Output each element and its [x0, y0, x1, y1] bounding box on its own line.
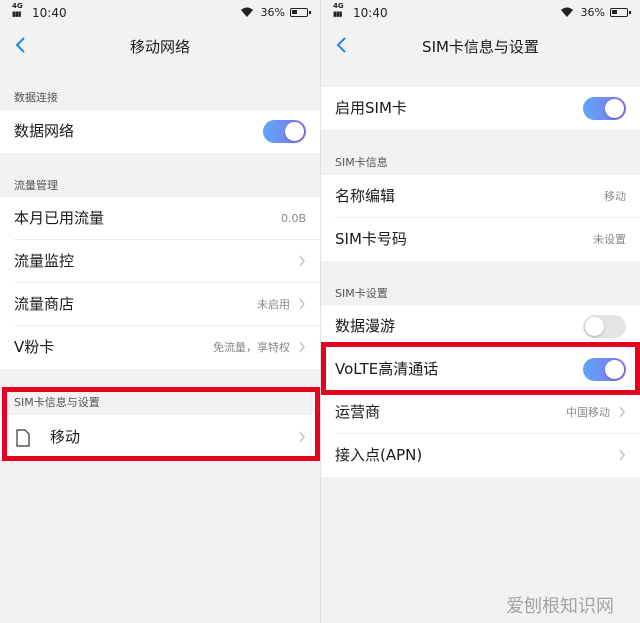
- page-title: SIM卡信息与设置: [422, 38, 539, 56]
- traffic-store-value: 未启用: [257, 298, 290, 311]
- volte-row[interactable]: VoLTE高清通话: [321, 348, 640, 391]
- mobile-network-screen: 4G ▮▮▮ 10:40 36% 移动网络 数据连接 数据网络 流量管理 本月已用…: [0, 0, 320, 623]
- sim-card-row[interactable]: 移动: [0, 415, 320, 460]
- battery-percent: 36%: [260, 6, 285, 19]
- nav-bar: SIM卡信息与设置: [321, 26, 640, 66]
- apn-row[interactable]: 接入点(APN): [321, 434, 640, 477]
- watermark: 爱刨根知识网: [506, 596, 614, 617]
- traffic-monitor-label: 流量监控: [14, 252, 75, 270]
- name-edit-value: 移动: [604, 190, 626, 203]
- carrier-label: 运营商: [335, 403, 381, 421]
- chevron-right-icon: [299, 341, 305, 353]
- nav-bar: 移动网络: [0, 26, 320, 66]
- enable-sim-toggle[interactable]: [583, 97, 626, 120]
- chevron-right-icon: [299, 298, 305, 310]
- volte-label: VoLTE高清通话: [335, 360, 439, 378]
- chevron-right-icon: [299, 255, 305, 267]
- traffic-store-row[interactable]: 流量商店 未启用: [0, 283, 320, 326]
- traffic-monitor-row[interactable]: 流量监控: [0, 240, 320, 283]
- battery-icon: [610, 8, 631, 17]
- data-roaming-toggle[interactable]: [583, 315, 626, 338]
- sim-number-label: SIM卡号码: [335, 230, 407, 248]
- status-time: 10:40: [32, 6, 67, 20]
- monthly-usage-value: 0.0B: [280, 212, 306, 225]
- sim-number-value: 未设置: [593, 233, 626, 246]
- toggle-knob: [585, 317, 604, 336]
- chevron-right-icon: [299, 431, 305, 443]
- name-edit-label: 名称编辑: [335, 187, 396, 205]
- carrier-value: 中国移动: [566, 406, 610, 419]
- monthly-usage-row[interactable]: 本月已用流量 0.0B: [0, 197, 320, 240]
- status-time: 10:40: [353, 6, 388, 20]
- network-indicator: 4G ▮▮▮: [12, 2, 23, 18]
- data-network-toggle[interactable]: [263, 120, 306, 143]
- battery-percent: 36%: [580, 6, 605, 19]
- name-edit-row[interactable]: 名称编辑 移动: [321, 175, 640, 218]
- v-card-value: 免流量，享特权: [213, 341, 290, 354]
- status-bar: 4G ▮▮▮ 10:40 36%: [0, 0, 320, 26]
- data-network-label: 数据网络: [14, 122, 75, 140]
- sim-card-icon: [16, 429, 30, 447]
- apn-label: 接入点(APN): [335, 446, 423, 464]
- data-roaming-row[interactable]: 数据漫游: [321, 305, 640, 348]
- status-bar: 4G ▮▮▮ 10:40 36%: [321, 0, 640, 26]
- monthly-usage-label: 本月已用流量: [14, 209, 105, 227]
- page-title: 移动网络: [129, 38, 190, 56]
- v-card-row[interactable]: V粉卡 免流量，享特权: [0, 326, 320, 369]
- section-header-sim-info: SIM卡信息: [335, 156, 388, 169]
- sim-card-label: 移动: [50, 428, 81, 446]
- enable-sim-row[interactable]: 启用SIM卡: [321, 87, 640, 130]
- wifi-icon: [241, 7, 253, 17]
- section-header-traffic: 流量管理: [14, 179, 58, 192]
- data-network-row[interactable]: 数据网络: [0, 110, 320, 153]
- section-header-sim-settings: SIM卡设置: [335, 287, 388, 300]
- volte-toggle[interactable]: [583, 358, 626, 381]
- section-header-sim: SIM卡信息与设置: [14, 396, 100, 409]
- section-header-data: 数据连接: [14, 91, 58, 104]
- toggle-knob: [605, 99, 624, 118]
- sim-settings-screen: 4G ▮▮▮ 10:40 36% SIM卡信息与设置 启用SIM卡 SIM卡信息 …: [320, 0, 640, 623]
- chevron-right-icon: [619, 449, 625, 461]
- toggle-knob: [285, 122, 304, 141]
- data-roaming-label: 数据漫游: [335, 317, 396, 335]
- traffic-store-label: 流量商店: [14, 295, 75, 313]
- network-indicator: 4G ▮▮▮: [333, 2, 344, 18]
- toggle-knob: [605, 360, 624, 379]
- chevron-right-icon: [619, 406, 625, 418]
- battery-icon: [290, 8, 311, 17]
- carrier-row[interactable]: 运营商 中国移动: [321, 391, 640, 434]
- enable-sim-label: 启用SIM卡: [335, 99, 407, 117]
- wifi-icon: [561, 7, 573, 17]
- v-card-label: V粉卡: [14, 338, 55, 356]
- sim-number-row[interactable]: SIM卡号码 未设置: [321, 218, 640, 261]
